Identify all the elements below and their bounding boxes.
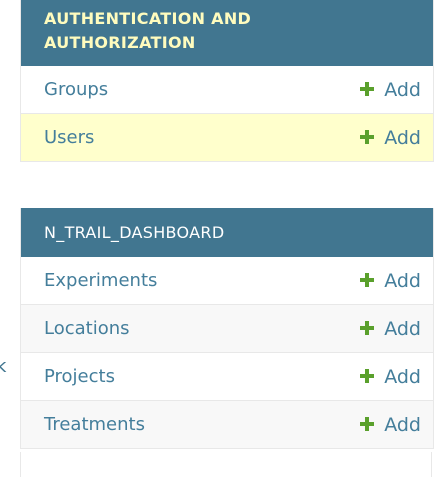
module-bottom-edge <box>20 452 432 477</box>
model-link-users[interactable]: Users <box>44 127 94 148</box>
add-users-link[interactable]: Add <box>360 127 421 149</box>
nav-sidebar-edge: k <box>0 0 20 477</box>
app-module-caption[interactable]: N_TRAIL_DASHBOARD <box>21 208 433 257</box>
model-row-projects: Projects Add <box>21 353 433 401</box>
add-label: Add <box>384 365 421 388</box>
model-link-groups[interactable]: Groups <box>44 79 108 100</box>
plus-icon <box>360 368 375 383</box>
model-row-groups: Groups Add <box>21 66 433 114</box>
app-module-auth: AUTHENTICATION AND AUTHORIZATION Groups … <box>20 0 434 162</box>
plus-icon <box>360 320 375 335</box>
add-experiments-link[interactable]: Add <box>360 270 421 292</box>
plus-icon <box>360 416 375 431</box>
add-label: Add <box>384 317 421 340</box>
add-projects-link[interactable]: Add <box>360 366 421 388</box>
model-row-experiments: Experiments Add <box>21 257 433 305</box>
plus-icon <box>360 129 375 144</box>
add-label: Add <box>384 126 421 149</box>
app-module-n-trail-dashboard: N_TRAIL_DASHBOARD Experiments Add Locati… <box>20 208 434 449</box>
add-label: Add <box>384 78 421 101</box>
model-row-treatments: Treatments Add <box>21 401 433 449</box>
sidebar-fragment-text[interactable]: k <box>0 356 6 377</box>
add-treatments-link[interactable]: Add <box>360 414 421 436</box>
add-label: Add <box>384 269 421 292</box>
app-module-title-line-1[interactable]: AUTHENTICATION AND <box>44 7 410 31</box>
add-locations-link[interactable]: Add <box>360 318 421 340</box>
model-link-experiments[interactable]: Experiments <box>44 270 157 291</box>
app-module-title-line-2[interactable]: AUTHORIZATION <box>44 31 410 55</box>
admin-index-page: k AUTHENTICATION AND AUTHORIZATION Group… <box>0 0 448 477</box>
app-module-caption[interactable]: AUTHENTICATION AND AUTHORIZATION <box>21 0 433 66</box>
plus-icon <box>360 81 375 96</box>
model-link-projects[interactable]: Projects <box>44 366 115 387</box>
add-label: Add <box>384 413 421 436</box>
add-groups-link[interactable]: Add <box>360 79 421 101</box>
model-row-users: Users Add <box>21 114 433 162</box>
model-link-locations[interactable]: Locations <box>44 318 130 339</box>
model-link-treatments[interactable]: Treatments <box>44 414 145 435</box>
plus-icon <box>360 272 375 287</box>
model-row-locations: Locations Add <box>21 305 433 353</box>
